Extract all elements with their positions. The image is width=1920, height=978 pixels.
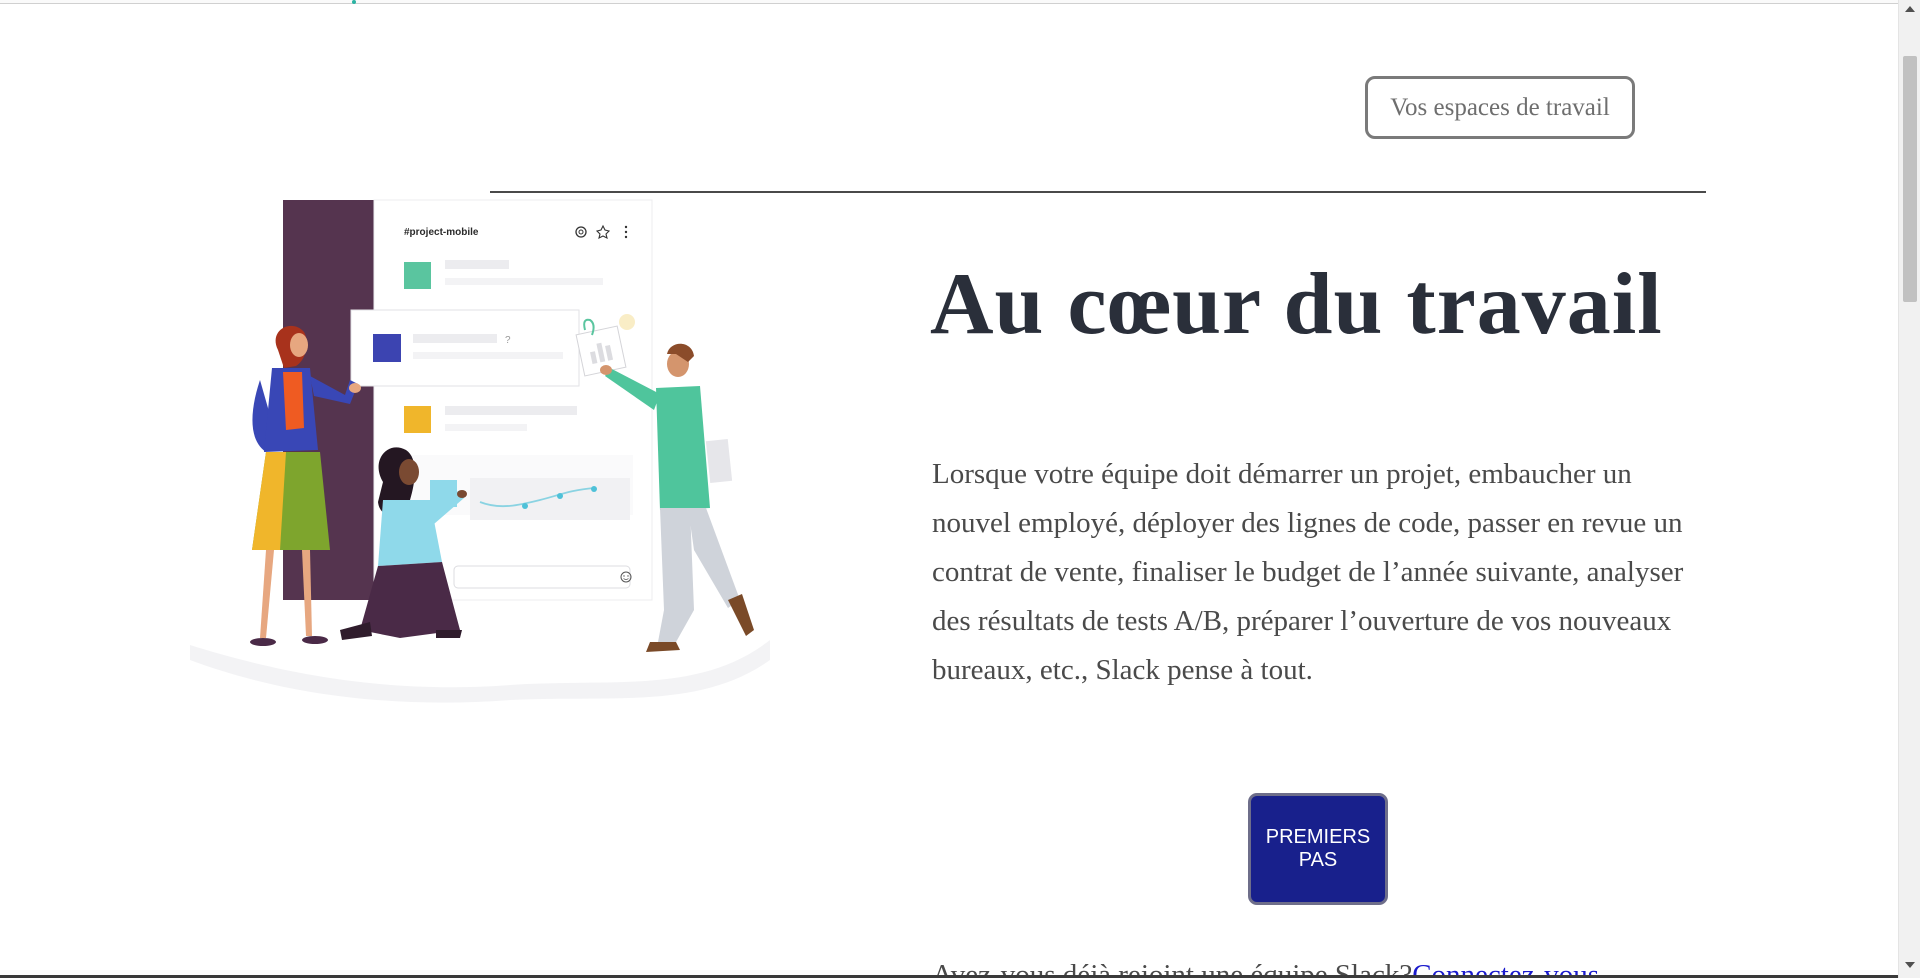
chart-area — [470, 478, 630, 520]
chart-point — [522, 503, 528, 509]
message-avatar-blue — [373, 334, 401, 362]
workspaces-button[interactable]: Vos espaces de travail — [1365, 76, 1635, 139]
chart-point — [591, 486, 597, 492]
hero-description: Lorsque votre équipe doit démarrer un pr… — [932, 458, 1684, 686]
placeholder-bar — [445, 406, 577, 415]
channel-name: #project-mobile — [404, 227, 479, 238]
placeholder-bar — [445, 278, 603, 285]
vertical-scrollbar[interactable] — [1898, 0, 1920, 978]
more-icon — [624, 225, 628, 239]
get-started-button[interactable]: PREMIERS PAS — [1248, 793, 1388, 905]
message-input-mock — [453, 565, 631, 589]
sparkle — [619, 314, 635, 330]
page-headline: Au cœur du travail — [930, 256, 1663, 353]
placeholder-bar — [413, 334, 497, 343]
question-mark: ? — [505, 335, 511, 346]
hero-illustration: #project-mobile ? — [190, 199, 770, 703]
browser-viewport: Vos espaces de travail #project-mobile ?… — [0, 0, 1920, 978]
message-avatar-yellow — [404, 406, 431, 433]
placeholder-bar — [445, 424, 527, 431]
scrollbar-thumb[interactable] — [1903, 56, 1917, 302]
ground-shadow — [190, 640, 770, 703]
placeholder-bar — [413, 352, 563, 359]
message-avatar-green — [404, 262, 431, 289]
top-edge — [0, 0, 1898, 4]
scroll-up-arrow-icon[interactable] — [1905, 6, 1915, 12]
scroll-down-arrow-icon[interactable] — [1905, 962, 1915, 968]
placeholder-bar — [445, 260, 509, 269]
chart-point — [557, 493, 563, 499]
top-marker — [352, 0, 356, 4]
